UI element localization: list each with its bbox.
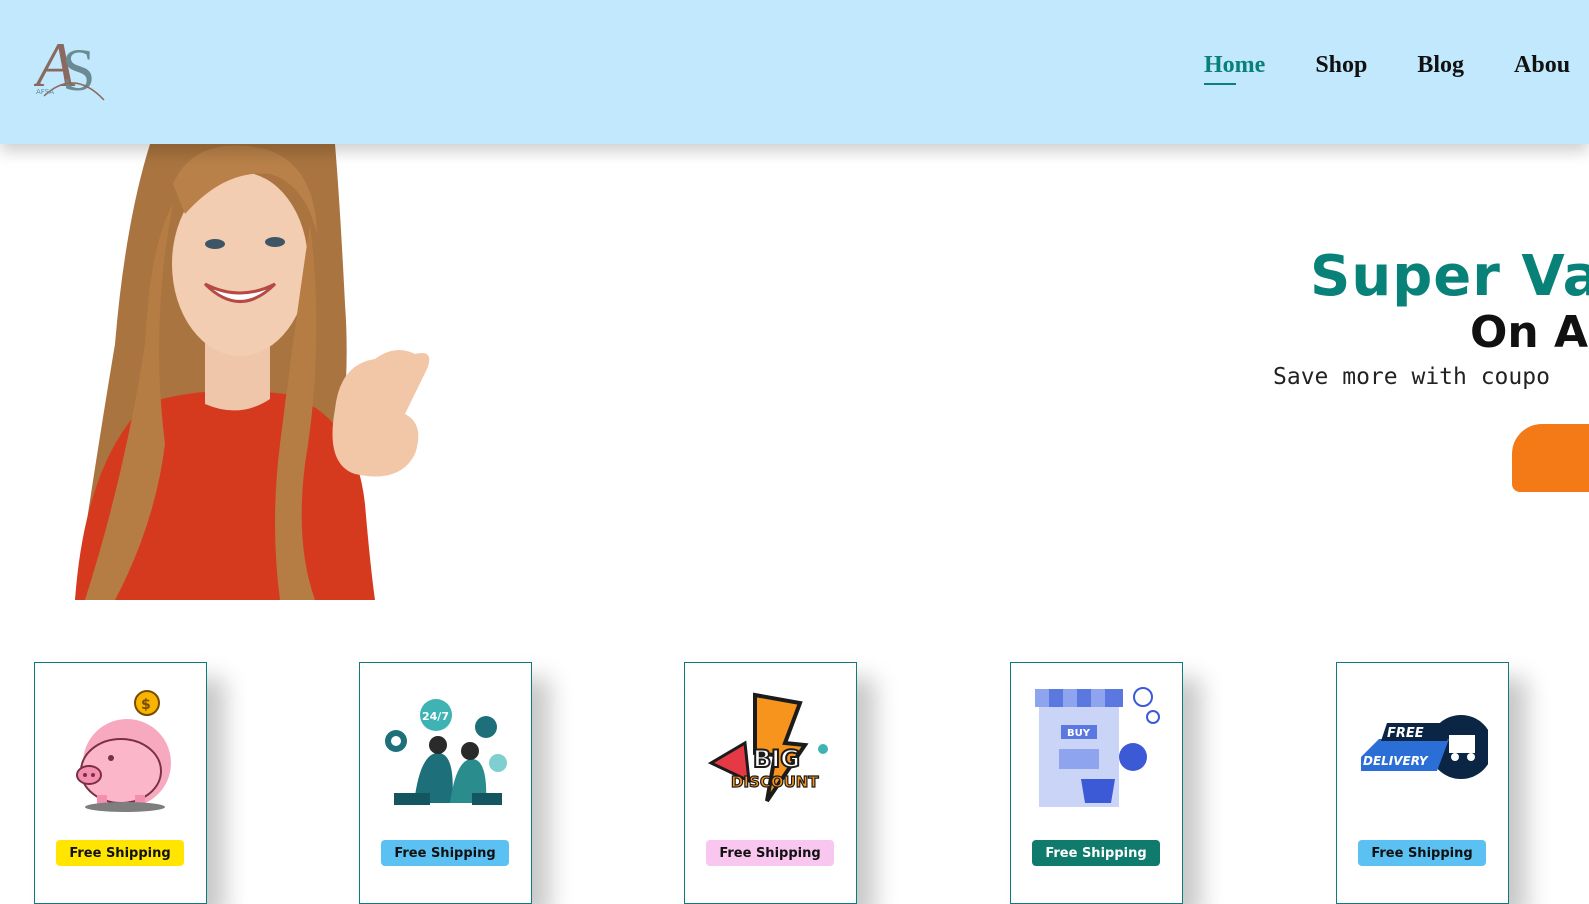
hero-section: Super Va On A Save more with coupo	[0, 144, 1589, 600]
feature-card-savings[interactable]: $ Free Shipping	[34, 662, 207, 904]
afsa-logo[interactable]: A S AFSA	[34, 28, 110, 104]
svg-text:AFSA: AFSA	[36, 88, 54, 96]
feature-card-delivery[interactable]: FREE DELIVERY Free Shipping	[1336, 662, 1509, 904]
shop-now-button[interactable]	[1512, 424, 1589, 492]
feature-card-store[interactable]: BUY Free Shipping	[1010, 662, 1183, 904]
hero-title: Super Va	[1310, 244, 1589, 309]
svg-text:$: $	[141, 697, 151, 713]
feature-badge: Free Shipping	[706, 840, 834, 866]
hero-model-image	[75, 144, 430, 600]
svg-text:BIG: BIG	[753, 745, 800, 773]
hero-subtitle: On A	[1470, 307, 1589, 358]
big-discount-icon: BIG DISCOUNT	[707, 692, 828, 803]
svg-text:24/7: 24/7	[422, 710, 449, 723]
shopping-store-icon: BUY	[1035, 687, 1160, 807]
feature-badge: Free Shipping	[56, 840, 184, 866]
feature-card-discount[interactable]: BIG DISCOUNT Free Shipping	[684, 662, 857, 904]
site-header: A S AFSA Home Shop Blog Abou	[0, 0, 1589, 144]
svg-text:BUY: BUY	[1067, 728, 1091, 739]
feature-badge: Free Shipping	[381, 840, 509, 866]
feature-badge: Free Shipping	[1032, 840, 1160, 866]
feature-badge: Free Shipping	[1358, 840, 1486, 866]
nav-home[interactable]: Home	[1204, 52, 1265, 85]
feature-card-support[interactable]: 24/7 Free Shipping	[359, 662, 532, 904]
main-nav: Home Shop Blog Abou	[1204, 52, 1589, 85]
svg-text:FREE: FREE	[1387, 726, 1424, 741]
piggy-bank-icon: $	[76, 690, 171, 812]
nav-shop[interactable]: Shop	[1315, 52, 1367, 79]
free-delivery-icon: FREE DELIVERY	[1361, 715, 1488, 779]
svg-text:DELIVERY: DELIVERY	[1363, 754, 1429, 768]
nav-about[interactable]: Abou	[1514, 52, 1570, 79]
svg-text:S: S	[62, 37, 95, 103]
support-24-7-icon: 24/7	[385, 699, 507, 805]
svg-text:DISCOUNT: DISCOUNT	[731, 773, 819, 791]
hero-text: Save more with coupo	[1273, 364, 1550, 390]
nav-blog[interactable]: Blog	[1417, 52, 1464, 79]
